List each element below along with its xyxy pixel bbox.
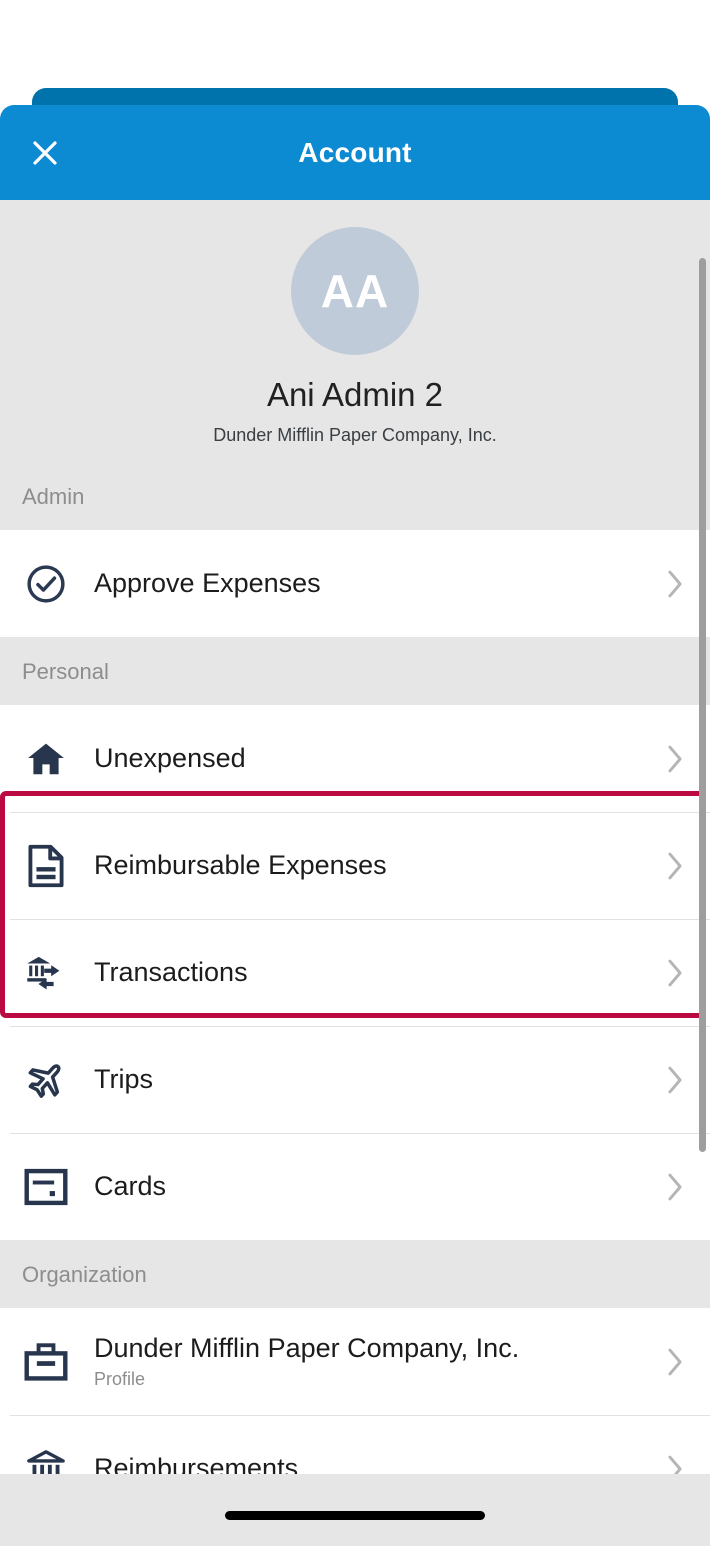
chevron-right-icon (662, 742, 688, 776)
row-text: Reimbursable Expenses (94, 850, 654, 881)
credit-card-icon (22, 1163, 70, 1211)
row-reimbursable-expenses[interactable]: Reimbursable Expenses (0, 812, 710, 920)
row-text: Transactions (94, 957, 654, 988)
row-label: Reimbursements (94, 1453, 299, 1474)
chevron-right-icon (662, 1170, 688, 1204)
row-trips[interactable]: Trips (0, 1026, 710, 1134)
row-sublabel: Profile (94, 1369, 146, 1390)
section-rows-admin: Approve Expenses (0, 530, 710, 638)
home-indicator[interactable] (225, 1511, 485, 1520)
chevron-right-icon (662, 956, 688, 990)
row-unexpensed[interactable]: Unexpensed (0, 705, 710, 813)
row-transactions[interactable]: Transactions (0, 919, 710, 1027)
home-icon (22, 735, 70, 783)
briefcase-icon (22, 1338, 70, 1386)
row-reimbursements[interactable]: Reimbursements (0, 1415, 710, 1474)
avatar-initials: AA (320, 265, 390, 317)
chevron-right-icon (662, 567, 688, 601)
row-cards[interactable]: Cards (0, 1133, 710, 1241)
section-rows-personal: Unexpensed Reimbursable Expenses Transac… (0, 705, 710, 1241)
row-text: Reimbursements (94, 1453, 654, 1474)
row-label: Approve Expenses (94, 568, 321, 599)
row-text: Unexpensed (94, 743, 654, 774)
account-scroll-area[interactable]: AA Ani Admin 2 Dunder Mifflin Paper Comp… (0, 200, 710, 1474)
row-label: Reimbursable Expenses (94, 850, 387, 881)
document-icon (22, 842, 70, 890)
close-icon (30, 138, 60, 168)
row-label: Transactions (94, 957, 248, 988)
app-screen: Account AA Ani Admin 2 Dunder Mifflin Pa… (0, 0, 710, 1546)
row-text: Dunder Mifflin Paper Company, Inc. Profi… (94, 1333, 654, 1390)
chevron-right-icon (662, 1452, 688, 1474)
vertical-scrollbar[interactable] (699, 258, 706, 1152)
row-text: Approve Expenses (94, 568, 654, 599)
row-label: Cards (94, 1171, 167, 1202)
airplane-icon (22, 1056, 70, 1104)
row-label: Trips (94, 1064, 153, 1095)
row-text: Cards (94, 1171, 654, 1202)
chevron-right-icon (662, 849, 688, 883)
check-circle-icon (22, 560, 70, 608)
row-organization-profile[interactable]: Dunder Mifflin Paper Company, Inc. Profi… (0, 1308, 710, 1416)
bottom-bar (0, 1474, 710, 1546)
section-header-organization: Organization (0, 1240, 710, 1309)
row-label: Dunder Mifflin Paper Company, Inc. (94, 1333, 520, 1364)
page-title: Account (298, 136, 412, 168)
profile-organization: Dunder Mifflin Paper Company, Inc. (213, 425, 497, 446)
row-text: Trips (94, 1064, 654, 1095)
bank-icon (22, 1445, 70, 1474)
avatar: AA (291, 227, 419, 355)
section-header-personal: Personal (0, 637, 710, 706)
chevron-right-icon (662, 1063, 688, 1097)
section-rows-organization: Dunder Mifflin Paper Company, Inc. Profi… (0, 1308, 710, 1474)
bank-transfer-icon (22, 949, 70, 997)
row-label: Unexpensed (94, 743, 246, 774)
chevron-right-icon (662, 1345, 688, 1379)
profile-name: Ani Admin 2 (266, 376, 444, 413)
row-approve-expenses[interactable]: Approve Expenses (0, 530, 710, 638)
profile-block: AA Ani Admin 2 Dunder Mifflin Paper Comp… (0, 200, 710, 463)
modal-header: Account (0, 105, 710, 200)
close-button[interactable] (22, 130, 68, 176)
section-header-admin: Admin (0, 462, 710, 531)
